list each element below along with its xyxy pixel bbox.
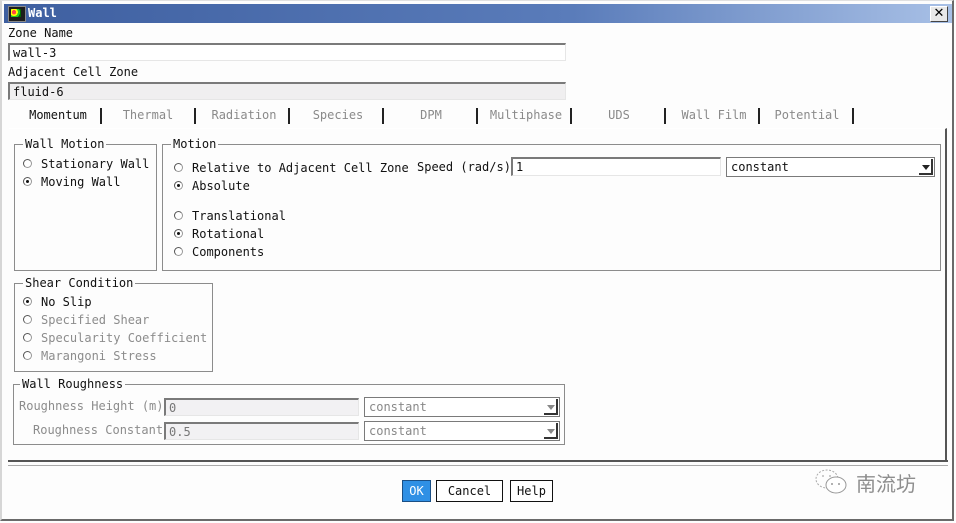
radio-label: Rotational [192, 227, 265, 241]
watermark: 南流坊 [812, 466, 932, 498]
watermark-text: 南流坊 [856, 472, 916, 496]
radio-unselected-icon [23, 315, 32, 324]
radio-label: Relative to Adjacent Cell Zone [192, 161, 409, 175]
roughness-height-label: Roughness Height (m) [19, 399, 164, 413]
radio-label: Marangoni Stress [41, 349, 157, 363]
radio-label: No Slip [41, 295, 92, 309]
roughness-constant-input: 0.5 [164, 422, 359, 440]
tab-separator [288, 108, 290, 124]
wechat-icon [815, 469, 847, 494]
roughness-constant-method-select: constant [364, 421, 560, 441]
speed-label: Speed (rad/s) [417, 160, 511, 174]
zone-name-input[interactable]: wall-3 [8, 43, 566, 61]
tab-separator [852, 108, 854, 124]
select-value: constant [369, 424, 427, 438]
radio-label: Stationary Wall [41, 157, 150, 171]
tab-thermal[interactable]: Thermal [106, 108, 190, 126]
separator [8, 465, 948, 466]
tab-potential[interactable]: Potential [764, 108, 850, 126]
tab-species[interactable]: Species [294, 108, 382, 126]
ok-button[interactable]: OK [402, 480, 431, 502]
roughness-height-method-select: constant [364, 397, 560, 417]
radio-unselected-icon [23, 333, 32, 342]
adjacent-cell-zone-label: Adjacent Cell Zone [8, 65, 139, 79]
radio-unselected-icon [23, 159, 32, 168]
radio-label: Components [192, 245, 265, 259]
tab-separator [194, 108, 196, 124]
wall-motion-group: Wall Motion Stationary Wall Moving Wall [14, 137, 157, 271]
zone-name-label: Zone Name [8, 26, 74, 40]
tab-separator [100, 108, 102, 124]
radio-label: Specified Shear [41, 313, 150, 327]
select-value: constant [731, 160, 789, 174]
dropdown-arrow-icon[interactable] [919, 159, 933, 175]
radio-selected-icon [23, 297, 32, 306]
tab-separator [758, 108, 760, 124]
help-button[interactable]: Help [510, 480, 553, 502]
app-icon [8, 6, 26, 22]
radio-label: Specularity Coefficient [41, 331, 208, 345]
tab-separator [476, 108, 478, 124]
tab-separator [382, 108, 384, 124]
roughness-constant-label: Roughness Constant [33, 423, 164, 437]
window-title: Wall [28, 6, 57, 20]
radio-selected-icon [23, 177, 32, 186]
shear-condition-title: Shear Condition [23, 276, 136, 290]
radio-label: Moving Wall [41, 175, 121, 189]
tab-uds[interactable]: UDS [576, 108, 662, 126]
tab-wall-film[interactable]: Wall Film [670, 108, 758, 126]
dropdown-arrow-icon [544, 399, 558, 415]
roughness-height-input: 0 [164, 398, 359, 416]
tab-separator [664, 108, 666, 124]
title-bar[interactable]: Wall ✕ [4, 4, 952, 23]
tab-dpm[interactable]: DPM [388, 108, 474, 126]
tab-momentum[interactable]: Momentum [18, 108, 98, 126]
dropdown-arrow-icon [544, 423, 558, 439]
wall-motion-title: Wall Motion [23, 137, 107, 151]
tab-multiphase[interactable]: Multiphase [482, 108, 570, 126]
wall-roughness-title: Wall Roughness [20, 377, 126, 391]
tab-radiation[interactable]: Radiation [200, 108, 288, 126]
select-value: constant [369, 400, 427, 414]
radio-label: Absolute [192, 179, 250, 193]
cancel-button[interactable]: Cancel [436, 480, 503, 502]
radio-unselected-icon [174, 247, 183, 256]
radio-label: Translational [192, 209, 286, 223]
motion-title: Motion [171, 137, 219, 151]
radio-unselected-icon [174, 163, 183, 172]
radio-unselected-icon [174, 211, 183, 220]
adjacent-cell-zone-field: fluid-6 [8, 82, 566, 100]
separator [8, 460, 948, 462]
speed-method-select[interactable]: constant [726, 157, 935, 177]
shear-condition-group: Shear Condition No Slip Specified Shear … [14, 276, 213, 372]
radio-selected-icon [174, 229, 183, 238]
radio-unselected-icon [23, 351, 32, 360]
close-button[interactable]: ✕ [930, 6, 948, 22]
speed-input[interactable]: 1 [511, 157, 721, 176]
radio-selected-icon [174, 181, 183, 190]
tab-separator [570, 108, 572, 124]
